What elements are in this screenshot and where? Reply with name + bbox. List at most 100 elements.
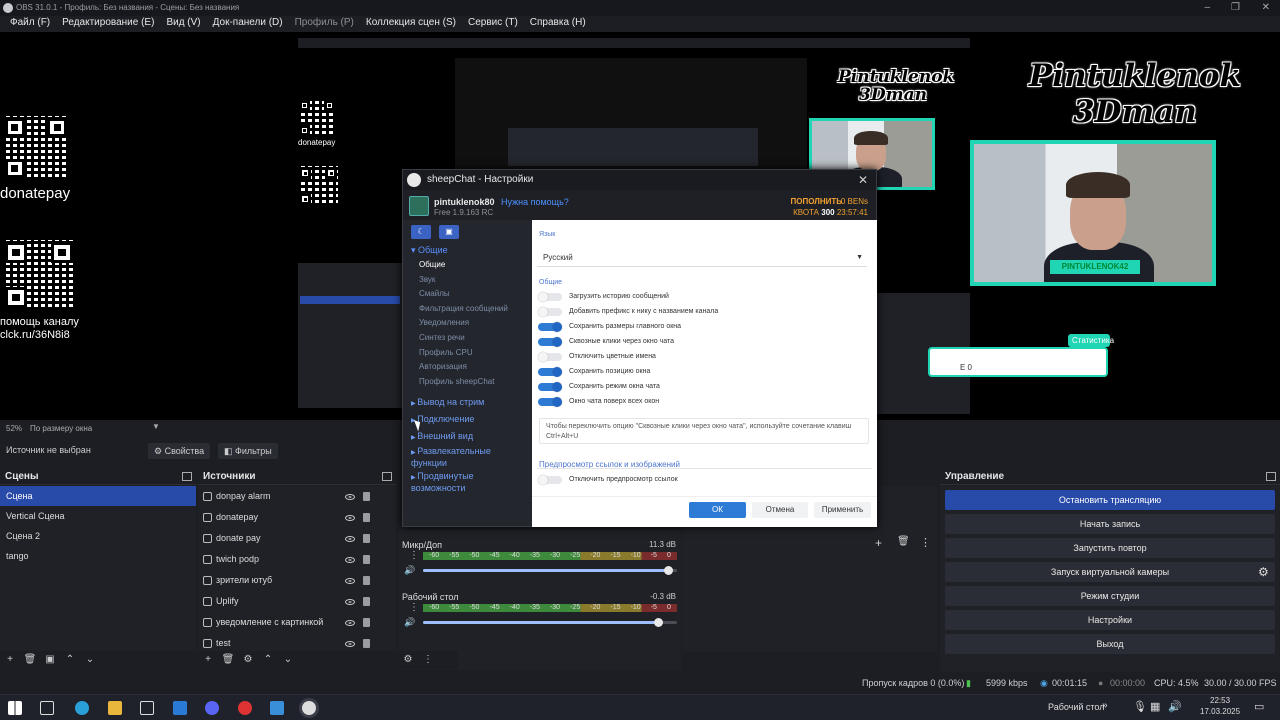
undock-icon[interactable]: [182, 472, 192, 481]
cancel-button[interactable]: Отмена: [752, 502, 808, 518]
filters-button[interactable]: ◧ Фильтры: [218, 443, 278, 459]
nav-group-general[interactable]: ▾ Общие: [411, 245, 448, 256]
nav-item[interactable]: Фильтрация сообщений: [419, 304, 508, 313]
topup-link[interactable]: ПОПОЛНИТЬ: [790, 197, 842, 206]
control-button[interactable]: Выход: [945, 634, 1275, 654]
add-source-icon[interactable]: +: [198, 651, 218, 669]
visibility-eye-icon[interactable]: [345, 599, 355, 605]
source-item[interactable]: donate pay: [198, 528, 396, 549]
option-toggle[interactable]: [538, 307, 562, 317]
nav-group[interactable]: ▶ Вывод на стрим: [411, 397, 526, 409]
source-item[interactable]: donpay alarm: [198, 486, 396, 507]
zoom-mode-select[interactable]: По размеру окна: [30, 424, 92, 433]
nav-item[interactable]: Звук: [419, 275, 435, 284]
scene-filters-icon[interactable]: ▣: [40, 651, 60, 669]
control-button[interactable]: Настройки: [945, 610, 1275, 630]
menu-edit[interactable]: Редактирование (E): [56, 16, 160, 32]
nav-group[interactable]: ▶ Развлекательные функции: [411, 446, 526, 468]
move-down-icon[interactable]: ⌄: [80, 651, 100, 669]
visibility-eye-icon[interactable]: [345, 515, 355, 521]
lock-icon[interactable]: [363, 597, 370, 606]
maximize-icon[interactable]: ❐: [1231, 0, 1240, 16]
lock-icon[interactable]: [363, 618, 370, 627]
transition-menu-icon[interactable]: ⋮: [920, 536, 931, 549]
store-icon[interactable]: [140, 701, 154, 715]
lock-icon[interactable]: [363, 639, 370, 648]
menu-tools[interactable]: Сервис (T): [462, 16, 524, 32]
apply-button[interactable]: Применить: [814, 502, 871, 518]
volume-icon[interactable]: 🔊: [404, 617, 415, 628]
menu-file[interactable]: Файл (F): [4, 16, 56, 32]
control-button[interactable]: Режим студии: [945, 586, 1275, 606]
visibility-eye-icon[interactable]: [345, 620, 355, 626]
lock-icon[interactable]: [363, 513, 370, 522]
nav-item[interactable]: Уведомления: [419, 318, 469, 327]
mic-icon[interactable]: 🎙: [1133, 700, 1147, 713]
mixer-menu-icon[interactable]: ⋮: [418, 651, 438, 669]
menu-help[interactable]: Справка (H): [524, 16, 592, 32]
mail-icon[interactable]: [173, 701, 187, 715]
option-toggle[interactable]: [538, 367, 562, 377]
control-button[interactable]: Начать запись: [945, 514, 1275, 534]
source-item[interactable]: test: [198, 633, 396, 652]
remove-scene-icon[interactable]: 🗑: [20, 651, 40, 669]
control-button[interactable]: Остановить трансляцию: [945, 490, 1275, 510]
source-item[interactable]: зрители ютуб: [198, 570, 396, 591]
control-button[interactable]: Запустить повтор: [945, 538, 1275, 558]
moon-icon[interactable]: ☾: [411, 225, 431, 239]
edge-icon[interactable]: [75, 701, 89, 715]
toggle-disable-link-preview[interactable]: [538, 475, 562, 485]
nav-item[interactable]: Смайлы: [419, 289, 450, 298]
option-toggle[interactable]: [538, 292, 562, 302]
nav-item[interactable]: Профиль CPU: [419, 348, 473, 357]
move-down-icon[interactable]: ⌄: [278, 651, 298, 669]
move-up-icon[interactable]: ⌃: [258, 651, 278, 669]
lock-icon[interactable]: [363, 492, 370, 501]
nav-item[interactable]: Синтез речи: [419, 333, 465, 342]
menu-scene-collection[interactable]: Коллекция сцен (S): [360, 16, 462, 32]
minimize-icon[interactable]: –: [1204, 0, 1210, 16]
network-icon[interactable]: ▦: [1150, 700, 1160, 713]
notifications-icon[interactable]: ▭: [1254, 700, 1264, 713]
language-select[interactable]: Русский ▼: [537, 249, 867, 267]
volume-icon[interactable]: 🔊: [404, 565, 415, 576]
clock-time[interactable]: 22:53: [1210, 696, 1230, 705]
source-item[interactable]: donatepay: [198, 507, 396, 528]
visibility-eye-icon[interactable]: [345, 494, 355, 500]
add-transition-icon[interactable]: +: [875, 536, 882, 550]
scene-item[interactable]: tango: [0, 546, 196, 566]
control-button[interactable]: Запуск виртуальной камеры: [945, 562, 1275, 582]
source-item[interactable]: Uplify: [198, 591, 396, 612]
remove-transition-icon[interactable]: 🗑: [897, 536, 910, 547]
explorer-icon[interactable]: [108, 701, 122, 715]
visibility-eye-icon[interactable]: [345, 557, 355, 563]
telegram-icon[interactable]: [270, 701, 284, 715]
option-toggle[interactable]: [538, 382, 562, 392]
lock-icon[interactable]: [363, 576, 370, 585]
channel-menu-icon[interactable]: ⋮: [409, 602, 419, 613]
move-up-icon[interactable]: ⌃: [60, 651, 80, 669]
zoom-dropdown-icon[interactable]: ▼: [152, 422, 160, 431]
lock-icon[interactable]: [363, 534, 370, 543]
scene-item[interactable]: Vertical Сцена: [0, 506, 196, 526]
nav-group[interactable]: ▶ Продвинутые возможности: [411, 471, 526, 493]
option-toggle[interactable]: [538, 397, 562, 407]
source-item[interactable]: twich podp: [198, 549, 396, 570]
nav-group[interactable]: ▶ Внешний вид: [411, 431, 526, 443]
visibility-eye-icon[interactable]: [345, 578, 355, 584]
volume-fader[interactable]: [423, 618, 677, 627]
close-icon[interactable]: ✕: [858, 170, 868, 190]
menu-view[interactable]: Вид (V): [160, 16, 206, 32]
channel-menu-icon[interactable]: ⋮: [409, 550, 419, 561]
source-settings-icon[interactable]: ⚙: [238, 651, 258, 669]
task-view-icon[interactable]: [40, 701, 54, 715]
volume-icon[interactable]: 🔊: [1168, 700, 1182, 713]
volume-fader[interactable]: [423, 566, 677, 575]
clock-date[interactable]: 17.03.2025: [1200, 707, 1240, 716]
visibility-eye-icon[interactable]: [345, 536, 355, 542]
remove-source-icon[interactable]: 🗑: [218, 651, 238, 669]
obs-taskbar-icon[interactable]: [302, 701, 316, 715]
nav-item[interactable]: Профиль sheepChat: [419, 377, 494, 386]
option-toggle[interactable]: [538, 322, 562, 332]
nav-item[interactable]: Общие: [419, 260, 445, 269]
